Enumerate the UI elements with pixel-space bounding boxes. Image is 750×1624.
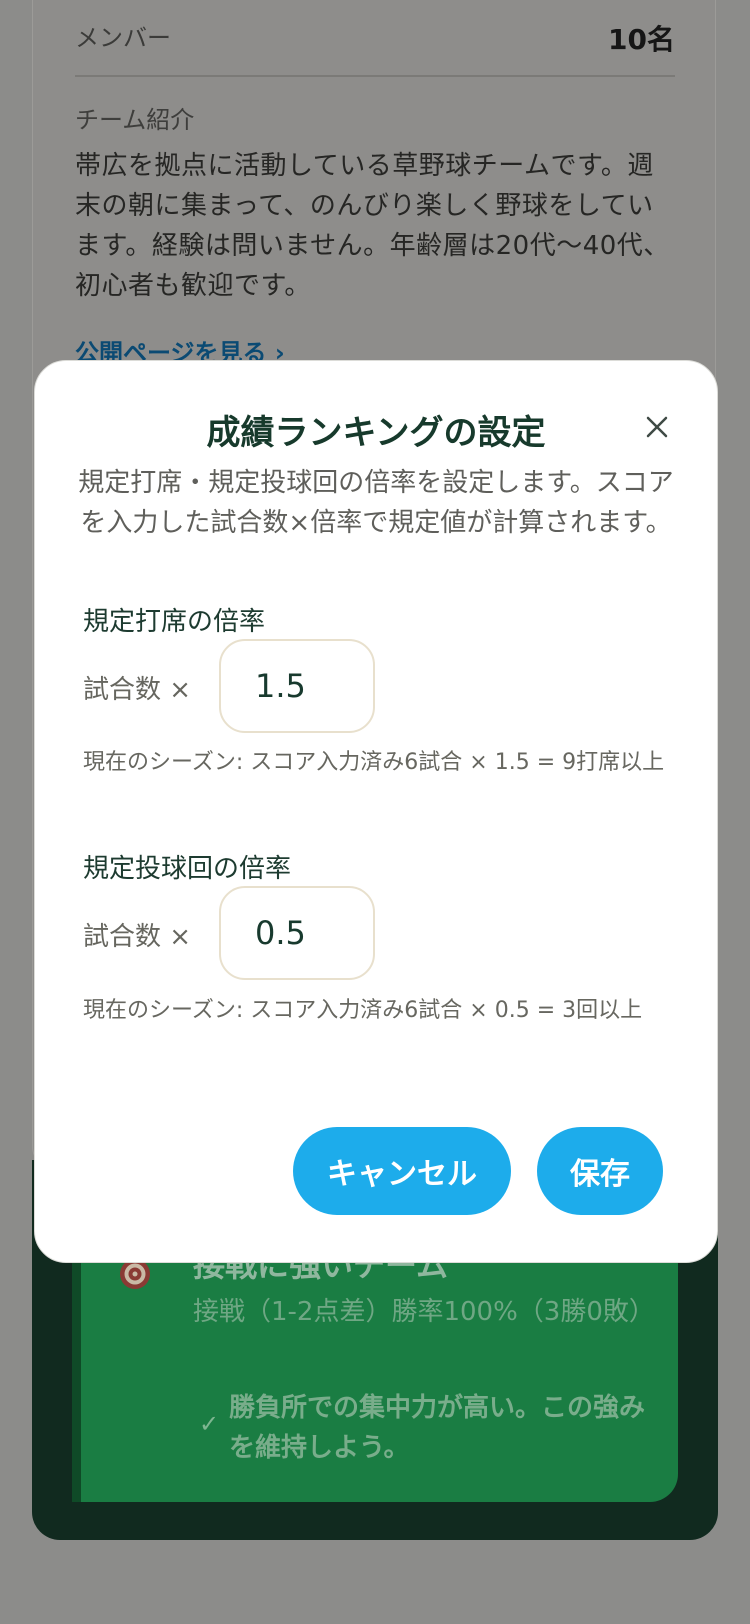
strength-note: 勝負所での集中力が高い。この強みを維持しよう。 (229, 1393, 646, 1463)
close-button[interactable] (641, 411, 673, 443)
cancel-button[interactable]: キャンセル (293, 1127, 511, 1215)
ranking-settings-modal: 成績ランキングの設定 規定打席・規定投球回の倍率を設定します。スコアを入力した試… (34, 360, 718, 1263)
strength-stat: 接戦（1-2点差）勝率100%（3勝0敗） (193, 1297, 655, 1327)
divider (75, 75, 675, 77)
team-intro-text: 帯広を拠点に活動している草野球チームです。週末の朝に集まって、のんびり楽しく野球… (75, 151, 670, 301)
close-icon (646, 416, 668, 438)
member-count: 10名 (608, 23, 675, 56)
pitching-multiplier-input[interactable] (219, 886, 375, 980)
save-button[interactable]: 保存 (537, 1127, 663, 1215)
pitching-current-season-text: 現在のシーズン: スコア入力済み6試合 × 0.5 = 3回以上 (83, 998, 643, 1023)
batting-multiplier-input[interactable] (219, 639, 375, 733)
pitching-multiplier-label: 規定投球回の倍率 (83, 854, 292, 884)
modal-title: 成績ランキングの設定 (206, 413, 546, 453)
batting-current-season-text: 現在のシーズン: スコア入力済み6試合 × 1.5 = 9打席以上 (83, 750, 665, 775)
member-row: メンバー 10名 (75, 18, 675, 60)
batting-games-times-label: 試合数 × (83, 675, 192, 705)
pitching-games-times-label: 試合数 × (83, 922, 192, 952)
batting-multiplier-label: 規定打席の倍率 (83, 607, 266, 637)
check-icon: ✓ (199, 1410, 220, 1438)
modal-description: 規定打席・規定投球回の倍率を設定します。スコアを入力した試合数×倍率で規定値が計… (78, 468, 674, 538)
member-label: メンバー (75, 24, 171, 52)
team-intro-label: チーム紹介 (75, 106, 195, 134)
